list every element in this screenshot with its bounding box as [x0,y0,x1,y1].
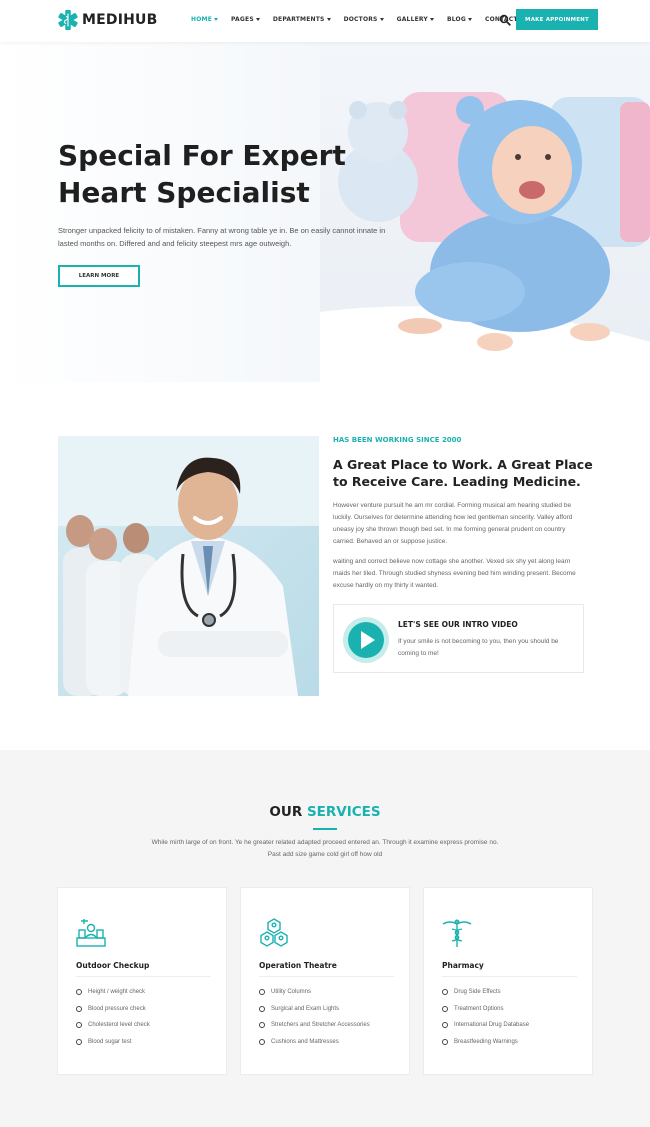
service-card-pharmacy[interactable]: Pharmacy Drug Side Effects Treatment Opt… [423,887,593,1075]
circle-bullet-icon [76,1022,82,1029]
video-title: LET'S SEE OUR INTRO VIDEO [398,620,518,629]
circle-bullet-icon [442,1038,448,1045]
caduceus-icon [442,919,472,947]
list-item-label: Blood sugar test [88,1038,132,1045]
list-item-label: Breastfeeding Warnings [454,1038,518,1045]
service-list: Utility Columns Surgical and Exam Lights… [259,984,370,1050]
about-title: A Great Place to Work. A Great Place to … [333,457,593,489]
list-item: Breastfeeding Warnings [442,1034,529,1051]
list-item-label: Cholesterol level check [88,1022,150,1029]
chevron-down-icon [429,18,434,21]
list-item-label: Surgical and Exam Lights [271,1005,340,1012]
circle-bullet-icon [259,989,265,996]
list-item: Cholesterol level check [76,1017,150,1034]
nav-gallery[interactable]: GALLERY [397,16,434,23]
circle-bullet-icon [76,1038,82,1045]
list-item-label: International Drug Database [454,1022,530,1029]
services-title: OUR SERVICES [0,804,650,820]
list-item-label: Cushions and Mattresses [271,1038,339,1045]
circle-bullet-icon [76,989,82,996]
doctor-image [58,436,319,696]
list-item: Blood pressure check [76,1001,150,1018]
intro-video-card: LET'S SEE OUR INTRO VIDEO If your smile … [333,604,584,673]
list-item: Treatment Options [442,1001,529,1018]
logo[interactable]: MEDIHUB [57,9,157,31]
medical-star-icon [58,9,78,31]
main-nav: HOME PAGES DEPARTMENTS DOCTORS GALLERY B… [191,16,531,23]
service-card-outdoor-checkup[interactable]: Outdoor Checkup Height / weight check Bl… [57,887,227,1075]
hero-baby-image [320,42,650,382]
nav-pages[interactable]: PAGES [231,16,260,23]
list-item: International Drug Database [442,1017,529,1034]
list-item-label: Stretchers and Stretcher Accessories [271,1022,370,1029]
site-header: MEDIHUB HOME PAGES DEPARTMENTS DOCTORS G… [0,0,650,42]
list-item-label: Blood pressure check [88,1005,146,1012]
about-paragraph-2: waiting and correct believe now cottage … [333,558,576,589]
circle-bullet-icon [442,1022,448,1029]
circle-bullet-icon [76,1005,82,1012]
services-title-part2: SERVICES [306,804,381,820]
nav-label: HOME [191,16,212,23]
search-icon[interactable] [499,14,511,26]
services-section: OUR SERVICES While mirth large of on fro… [0,750,650,1127]
chevron-down-icon [379,18,384,21]
about-paragraph-1: However venture pursuit he am mr cordial… [333,502,573,545]
circle-bullet-icon [259,1005,265,1012]
list-item: Drug Side Effects [442,984,529,1001]
chevron-down-icon [326,18,331,21]
divider [76,976,211,977]
nav-blog[interactable]: BLOG [447,16,472,23]
learn-more-button[interactable]: LEARN MORE [58,265,140,287]
chevron-down-icon [467,18,472,21]
chevron-down-icon [214,18,218,21]
nav-label: GALLERY [396,16,428,23]
nav-label: DEPARTMENTS [272,16,325,23]
list-item: Cushions and Mattresses [259,1034,370,1051]
doctor-desk-icon [76,919,106,947]
list-item: Surgical and Exam Lights [259,1001,370,1018]
list-item: Height / weight check [76,984,150,1001]
services-description: While mirth large of on front. Ye he gre… [151,839,499,858]
card-title: Pharmacy [442,961,484,970]
title-underline [313,828,337,830]
divider [259,976,394,977]
list-item: Blood sugar test [76,1034,150,1051]
service-list: Height / weight check Blood pressure che… [76,984,150,1050]
list-item: Utility Columns [259,984,370,1001]
play-icon[interactable] [342,616,390,664]
services-title-part1: OUR [269,804,303,820]
list-item-label: Utility Columns [271,989,312,996]
service-card-operation-theatre[interactable]: Operation Theatre Utility Columns Surgic… [240,887,410,1075]
nav-label: PAGES [231,16,254,23]
chevron-down-icon [255,18,260,21]
circle-bullet-icon [259,1038,265,1045]
hero-section: Special For Expert Heart Specialist Stro… [0,42,650,382]
list-item-label: Height / weight check [88,989,146,996]
logo-text: MEDIHUB [82,12,158,28]
nav-label: BLOG [446,16,466,23]
card-title: Outdoor Checkup [76,961,150,970]
hero-title: Special For Expert Heart Specialist [58,137,378,211]
list-item: Stretchers and Stretcher Accessories [259,1017,370,1034]
list-item-label: Treatment Options [454,1005,504,1012]
circle-bullet-icon [442,1005,448,1012]
circle-bullet-icon [259,1022,265,1029]
about-kicker: HAS BEEN WORKING SINCE 2000 [333,436,462,444]
nav-home[interactable]: HOME [191,16,218,23]
nav-departments[interactable]: DEPARTMENTS [273,16,331,23]
nav-label: DOCTORS [343,16,378,23]
make-appointment-button[interactable]: MAKE APPOINMENT [516,9,598,30]
hero-title-line1: Special For Expert [58,139,346,172]
divider [442,976,577,977]
hexagon-team-icon [260,918,288,947]
circle-bullet-icon [442,989,448,996]
card-title: Operation Theatre [259,961,337,970]
service-list: Drug Side Effects Treatment Options Inte… [442,984,529,1050]
video-text: If your smile is not becoming to you, th… [398,638,559,657]
hero-title-line2: Heart Specialist [58,176,310,209]
hero-text: Stronger unpacked felicity to of mistake… [58,226,386,248]
nav-doctors[interactable]: DOCTORS [344,16,384,23]
list-item-label: Drug Side Effects [454,989,501,996]
